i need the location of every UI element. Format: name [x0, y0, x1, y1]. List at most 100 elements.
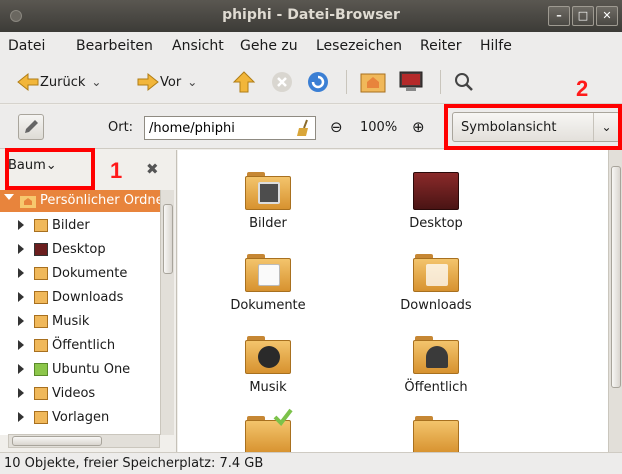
file-item-musik[interactable]: Musik [208, 336, 328, 395]
music-folder-icon [34, 315, 48, 328]
menu-gehe-zu[interactable]: Gehe zu [240, 38, 298, 54]
file-item-bilder[interactable]: Bilder [208, 172, 328, 231]
expand-triangle-icon[interactable] [18, 412, 24, 422]
tree-item-label: Downloads [52, 290, 124, 305]
location-input[interactable] [144, 116, 316, 140]
up-arrow-icon[interactable] [232, 70, 256, 94]
tree-item-label: Videos [52, 386, 96, 401]
location-label: Ort: [108, 120, 134, 135]
file-item-dokumente[interactable]: Dokumente [208, 254, 328, 313]
expand-triangle-icon[interactable] [18, 268, 24, 278]
forward-arrow-icon [137, 72, 159, 92]
annotation-box-2 [444, 104, 622, 150]
expand-triangle-icon[interactable] [18, 316, 24, 326]
menu-bearbeiten[interactable]: Bearbeiten [76, 38, 153, 54]
videos-folder-icon [34, 387, 48, 400]
title-bar: phiphi - Datei-Browser – □ ✕ [0, 0, 622, 32]
expand-triangle-icon[interactable] [18, 292, 24, 302]
tree-item-downloads[interactable]: Downloads [0, 286, 160, 310]
toggle-location-edit-button[interactable] [18, 114, 44, 140]
chevron-down-icon[interactable]: ⌄ [91, 75, 101, 89]
tree-item-bilder[interactable]: Bilder [0, 214, 160, 238]
home-folder-icon[interactable] [360, 70, 386, 94]
sidebar-vertical-scrollbar[interactable] [160, 190, 174, 435]
tree-item-oeffentlich[interactable]: Öffentlich [0, 334, 160, 358]
tree-item-label: Ubuntu One [52, 362, 131, 377]
expand-triangle-icon[interactable] [18, 364, 24, 374]
file-label: Desktop [409, 216, 463, 231]
file-item-downloads[interactable]: Downloads [376, 254, 496, 313]
reload-icon[interactable] [306, 70, 330, 94]
tree-item-videos[interactable]: Videos [0, 382, 160, 406]
file-label: Öffentlich [404, 380, 468, 395]
maximize-button[interactable]: □ [572, 6, 594, 26]
computer-icon[interactable] [398, 70, 424, 94]
clear-broom-icon[interactable] [294, 119, 312, 137]
expanded-triangle-icon[interactable] [4, 194, 14, 200]
file-label: Downloads [400, 298, 472, 313]
scrollbar-thumb[interactable] [611, 166, 621, 388]
file-item-oeffentlich[interactable]: Öffentlich [376, 336, 496, 395]
expand-triangle-icon[interactable] [18, 220, 24, 230]
videos-folder-icon [413, 416, 459, 452]
forward-button[interactable]: Vor ⌄ [136, 72, 197, 92]
zoom-in-icon[interactable]: ⊕ [412, 118, 425, 136]
menu-ansicht[interactable]: Ansicht [172, 38, 224, 54]
window-title: phiphi - Datei-Browser [222, 7, 400, 23]
file-item-desktop[interactable]: Desktop [376, 172, 496, 231]
checkmark-icon [273, 408, 293, 426]
chevron-down-icon[interactable]: ⌄ [187, 75, 197, 89]
minimize-button[interactable]: – [548, 6, 570, 26]
back-label: Zurück [40, 74, 86, 90]
tree-item-desktop[interactable]: Desktop [0, 238, 160, 262]
tree-item-dokumente[interactable]: Dokumente [0, 262, 160, 286]
pictures-folder-icon [245, 172, 291, 210]
tree-item-label: Musik [52, 314, 90, 329]
sidebar-horizontal-scrollbar[interactable] [8, 434, 160, 448]
tree-item-musik[interactable]: Musik [0, 310, 160, 334]
tree-item-ubuntu-one[interactable]: Ubuntu One [0, 358, 160, 382]
back-arrow-icon [17, 72, 39, 92]
folder-tree: Persönlicher Ordner Bilder Desktop Dokum… [0, 190, 160, 435]
home-folder-icon [20, 196, 36, 208]
tree-item-label: Desktop [52, 242, 106, 257]
menu-lesezeichen[interactable]: Lesezeichen [316, 38, 402, 54]
pencil-icon [25, 120, 38, 133]
file-label: Bilder [249, 216, 287, 231]
tree-root-item[interactable]: Persönlicher Ordner [0, 190, 160, 212]
downloads-folder-icon [34, 291, 48, 304]
menu-hilfe[interactable]: Hilfe [480, 38, 512, 54]
main-vertical-scrollbar[interactable] [608, 150, 622, 452]
desktop-folder-icon [413, 172, 459, 210]
pictures-folder-icon [34, 219, 48, 232]
file-label: Musik [249, 380, 287, 395]
sidebar: Baum⌄ ✖ Persönlicher Ordner Bilder Deskt… [0, 150, 177, 452]
menu-datei[interactable]: Datei [8, 38, 45, 54]
music-folder-icon [245, 336, 291, 374]
annotation-number-2: 2 [576, 76, 589, 101]
desktop-folder-icon [34, 243, 48, 256]
scrollbar-thumb[interactable] [163, 204, 173, 274]
toolbar-separator [346, 70, 347, 94]
stop-icon[interactable] [270, 70, 294, 94]
file-label: Dokumente [230, 298, 306, 313]
documents-folder-icon [34, 267, 48, 280]
close-sidebar-icon[interactable]: ✖ [146, 160, 159, 178]
templates-folder-icon [34, 411, 48, 424]
close-button[interactable]: ✕ [596, 6, 618, 26]
search-icon[interactable] [454, 72, 474, 92]
tree-item-label: Bilder [52, 218, 90, 233]
back-button[interactable]: Zurück ⌄ [16, 72, 101, 92]
expand-triangle-icon[interactable] [18, 244, 24, 254]
expand-triangle-icon[interactable] [18, 340, 24, 350]
file-item-ubuntu-one[interactable] [208, 408, 328, 452]
icon-view: Bilder Desktop Dokumente Downloads Musik… [178, 150, 608, 452]
expand-triangle-icon[interactable] [18, 388, 24, 398]
scrollbar-thumb[interactable] [12, 436, 102, 446]
tree-item-vorlagen[interactable]: Vorlagen [0, 406, 160, 430]
status-bar: 10 Objekte, freier Speicherplatz: 7.4 GB [0, 452, 622, 474]
zoom-out-icon[interactable]: ⊖ [330, 118, 343, 136]
public-folder-icon [34, 339, 48, 352]
menu-reiter[interactable]: Reiter [420, 38, 461, 54]
file-item-videos[interactable] [376, 416, 496, 452]
